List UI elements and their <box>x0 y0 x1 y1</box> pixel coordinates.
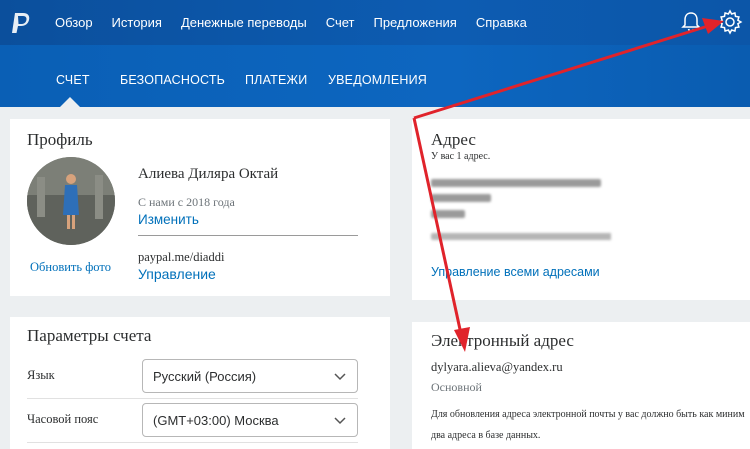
language-select[interactable]: Русский (Россия) <box>142 359 358 393</box>
blurred-address-block <box>431 176 621 251</box>
timezone-label: Часовой пояс <box>27 412 99 426</box>
profile-divider <box>138 235 358 236</box>
nav-overview[interactable]: Обзор <box>55 15 93 30</box>
profile-name: Алиева Диляра Октай <box>138 166 279 182</box>
member-since-text: С нами с 2018 года <box>138 195 235 209</box>
manage-paypal-me-link[interactable]: Управление <box>138 266 216 282</box>
paypal-me-link-text: paypal.me/diaddi <box>138 250 225 264</box>
profile-heading: Профиль <box>27 130 93 149</box>
paypal-logo-icon[interactable] <box>10 11 32 35</box>
address-heading: Адрес <box>431 130 476 149</box>
edit-profile-link[interactable]: Изменить <box>138 212 199 227</box>
active-tab-indicator <box>60 97 80 107</box>
gear-icon[interactable] <box>717 9 743 35</box>
tab-security[interactable]: БЕЗОПАСНОСТЬ <box>120 73 225 87</box>
main-nav: Обзор История Денежные переводы Счет Пре… <box>55 0 546 45</box>
nav-offers[interactable]: Предложения <box>373 15 456 30</box>
email-note-line2: два адреса в базе данных. <box>431 430 541 441</box>
tab-payments[interactable]: ПЛАТЕЖИ <box>245 73 307 87</box>
tab-notifications[interactable]: УВЕДОМЛЕНИЯ <box>328 73 427 87</box>
nav-help[interactable]: Справка <box>476 15 527 30</box>
address-count: У вас 1 адрес. <box>431 151 491 162</box>
nav-history[interactable]: История <box>112 15 162 30</box>
language-select-value: Русский (Россия) <box>153 369 257 384</box>
bell-icon[interactable] <box>680 11 702 33</box>
language-label: Язык <box>27 368 55 382</box>
chevron-down-icon <box>334 373 346 381</box>
tab-account[interactable]: СЧЕТ <box>56 73 90 87</box>
nav-transfers[interactable]: Денежные переводы <box>181 15 307 30</box>
timezone-select-value: (GMT+03:00) Москва <box>153 413 279 428</box>
settings-divider <box>27 398 358 399</box>
chevron-down-icon <box>334 417 346 425</box>
avatar-photo-icon <box>27 157 115 245</box>
email-note-line1: Для обновления адреса электронной почты … <box>431 409 745 420</box>
account-settings-heading: Параметры счета <box>27 326 152 345</box>
timezone-select[interactable]: (GMT+03:00) Москва <box>142 403 358 437</box>
avatar[interactable] <box>27 157 115 245</box>
email-heading: Электронный адрес <box>431 331 574 350</box>
email-address: dylyara.alieva@yandex.ru <box>431 360 563 374</box>
manage-all-addresses-link[interactable]: Управление всеми адресами <box>431 265 600 279</box>
settings-divider-2 <box>27 442 358 443</box>
update-photo-link[interactable]: Обновить фото <box>30 260 111 275</box>
nav-account[interactable]: Счет <box>326 15 355 30</box>
email-primary-badge: Основной <box>431 380 482 394</box>
